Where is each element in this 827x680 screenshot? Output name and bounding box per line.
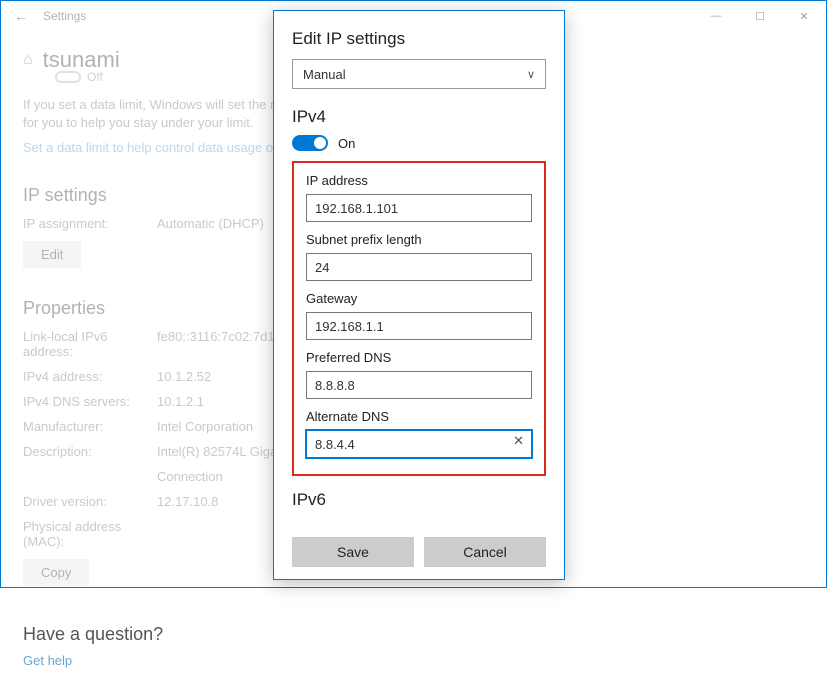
alternate-dns-label: Alternate DNS xyxy=(306,409,532,424)
dialog-title: Edit IP settings xyxy=(292,29,546,49)
ip-assignment-label: IP assignment: xyxy=(23,216,157,231)
prop-value: 12.17.10.8 xyxy=(157,494,218,509)
prop-label: Description: xyxy=(23,444,157,459)
ip-assignment-value: Automatic (DHCP) xyxy=(157,216,264,231)
prop-value: Intel(R) 82574L Gigabi xyxy=(157,444,287,459)
home-icon: ⌂ xyxy=(23,51,33,69)
prop-label: IPv4 DNS servers: xyxy=(23,394,157,409)
ipv4-toggle[interactable] xyxy=(292,135,328,151)
prop-label: Driver version: xyxy=(23,494,157,509)
chevron-down-icon: ∨ xyxy=(527,68,535,81)
save-button[interactable]: Save xyxy=(292,537,414,567)
subnet-label: Subnet prefix length xyxy=(306,232,532,247)
prop-label: Manufacturer: xyxy=(23,419,157,434)
ipv6-heading: IPv6 xyxy=(292,490,546,510)
prop-label: IPv4 address: xyxy=(23,369,157,384)
copy-button[interactable]: Copy xyxy=(23,559,89,586)
edit-button[interactable]: Edit xyxy=(23,241,81,268)
window-title: Settings xyxy=(43,9,86,23)
prop-label: Link-local IPv6 address: xyxy=(23,329,157,359)
preferred-dns-label: Preferred DNS xyxy=(306,350,532,365)
maximize-button[interactable]: ☐ xyxy=(738,1,782,31)
cancel-button[interactable]: Cancel xyxy=(424,537,546,567)
minimize-button[interactable]: — xyxy=(694,1,738,31)
have-question-heading: Have a question? xyxy=(23,624,804,645)
close-button[interactable]: ✕ xyxy=(782,1,826,31)
highlighted-fields: IP address Subnet prefix length Gateway … xyxy=(292,161,546,476)
ipv4-heading: IPv4 xyxy=(292,107,546,127)
prop-value: 10.1.2.1 xyxy=(157,394,204,409)
preferred-dns-input[interactable] xyxy=(306,371,532,399)
ip-mode-value: Manual xyxy=(303,67,346,82)
data-limit-link[interactable]: Set a data limit to help control data us… xyxy=(23,140,304,155)
clear-input-icon[interactable]: ✕ xyxy=(513,433,524,449)
prop-value: Intel Corporation xyxy=(157,419,253,434)
prop-label: Physical address (MAC): xyxy=(23,519,157,549)
gateway-input[interactable] xyxy=(306,312,532,340)
prop-value: Connection xyxy=(157,469,223,484)
subnet-input[interactable] xyxy=(306,253,532,281)
prop-value: 10.1.2.52 xyxy=(157,369,211,384)
alternate-dns-input[interactable] xyxy=(306,430,532,458)
ipv4-toggle-label: On xyxy=(338,136,355,151)
ip-address-input[interactable] xyxy=(306,194,532,222)
prop-label xyxy=(23,469,157,484)
get-help-link[interactable]: Get help xyxy=(23,653,72,668)
toggle-off-icon xyxy=(55,71,81,83)
gateway-label: Gateway xyxy=(306,291,532,306)
edit-ip-dialog: Edit IP settings Manual ∨ IPv4 On IP add… xyxy=(273,10,565,580)
network-name: tsunami xyxy=(43,47,120,73)
ip-mode-select[interactable]: Manual ∨ xyxy=(292,59,546,89)
ip-address-label: IP address xyxy=(306,173,532,188)
back-button[interactable]: ← xyxy=(9,8,33,24)
off-label: Off xyxy=(87,70,103,84)
